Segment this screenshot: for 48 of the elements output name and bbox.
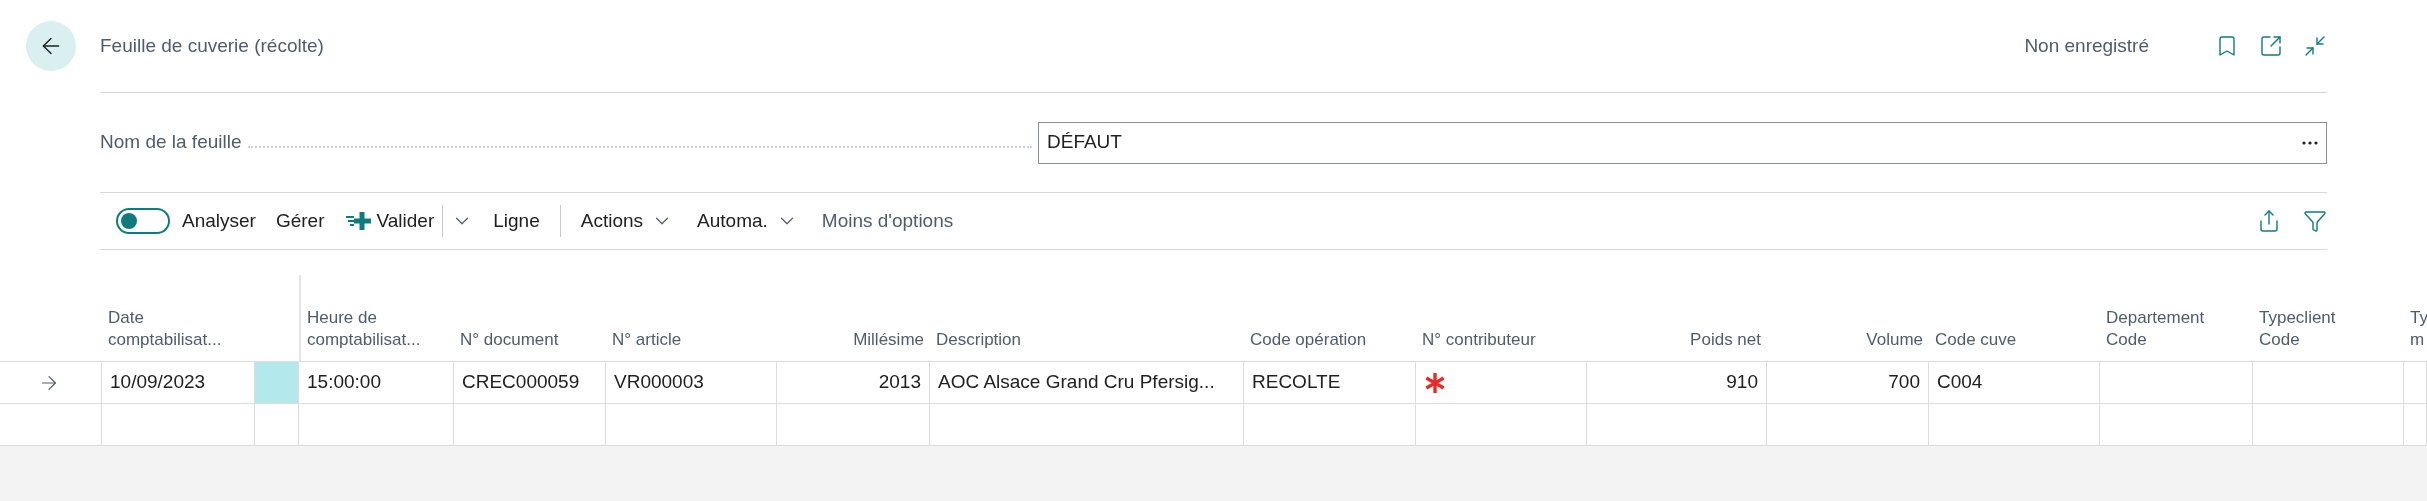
collapse-button[interactable]	[2303, 34, 2327, 58]
toggle-label: Analyser	[182, 208, 256, 233]
share-icon	[2257, 209, 2281, 233]
back-button[interactable]	[26, 21, 76, 71]
share-button[interactable]	[2257, 209, 2281, 233]
page-title: Feuille de cuverie (récolte)	[100, 33, 324, 58]
table-cell: 700	[1767, 361, 1929, 403]
post-plus-icon	[344, 210, 373, 232]
open-new-window-button[interactable]	[2259, 34, 2283, 58]
column-header[interactable]: Departement Code	[2106, 307, 2227, 351]
column-header[interactable]: N° contributeur	[1422, 329, 1536, 351]
toolbar-button[interactable]: Gérer	[263, 202, 337, 240]
toggle-switch[interactable]	[116, 208, 170, 234]
column-header[interactable]: Code opération	[1250, 329, 1367, 351]
toolbar-button[interactable]: Ligne	[481, 202, 552, 240]
table-cell: AOC Alsace Grand Cru Pfersig...	[930, 361, 1244, 403]
more-icon[interactable]	[2302, 140, 2318, 145]
post-button[interactable]: Valider	[336, 202, 443, 240]
column-header[interactable]: Code cuve	[1935, 329, 2017, 351]
table-cell: CREC000059	[454, 361, 606, 403]
menu-button[interactable]: Automa.	[685, 202, 810, 240]
table-cell: RECOLTE	[1244, 361, 1416, 403]
open-new-window-icon	[2259, 34, 2283, 58]
column-header[interactable]: Poids net	[1690, 329, 1761, 351]
required-asterisk-icon	[1424, 371, 1446, 394]
table-cell: 2013	[777, 361, 930, 403]
collapse-icon	[2303, 34, 2327, 58]
column-header[interactable]: N° article	[612, 329, 682, 351]
save-status: Non enregistré	[2024, 33, 2149, 58]
column-header[interactable]: Ty m	[2410, 307, 2427, 351]
column-header[interactable]: Description	[936, 329, 1022, 351]
column-header[interactable]: Heure de comptabilisat...	[307, 307, 428, 351]
table-cell: 15:00:00	[299, 361, 454, 403]
sheet-name-field[interactable]: DÉFAUT	[1038, 121, 2327, 164]
table-cell: C004	[1929, 361, 2100, 403]
column-header[interactable]: N° document	[460, 329, 559, 351]
column-header[interactable]: Millésime	[853, 329, 924, 351]
column-header[interactable]: Typeclient Code	[2259, 307, 2378, 351]
table-cell: 10/09/2023	[102, 361, 255, 403]
field-label: Nom de la feuille	[100, 130, 242, 155]
fewer-options-link[interactable]: Moins d'options	[809, 202, 966, 240]
table-cell: VR000003	[606, 361, 777, 403]
menu-button[interactable]: Actions	[568, 202, 686, 240]
column-header[interactable]: Date comptabilisat...	[108, 307, 229, 351]
filter-button[interactable]	[2303, 209, 2327, 233]
table-cell: 910	[1587, 361, 1767, 403]
filter-icon	[2303, 209, 2327, 233]
column-header[interactable]: Volume	[1866, 329, 1923, 351]
